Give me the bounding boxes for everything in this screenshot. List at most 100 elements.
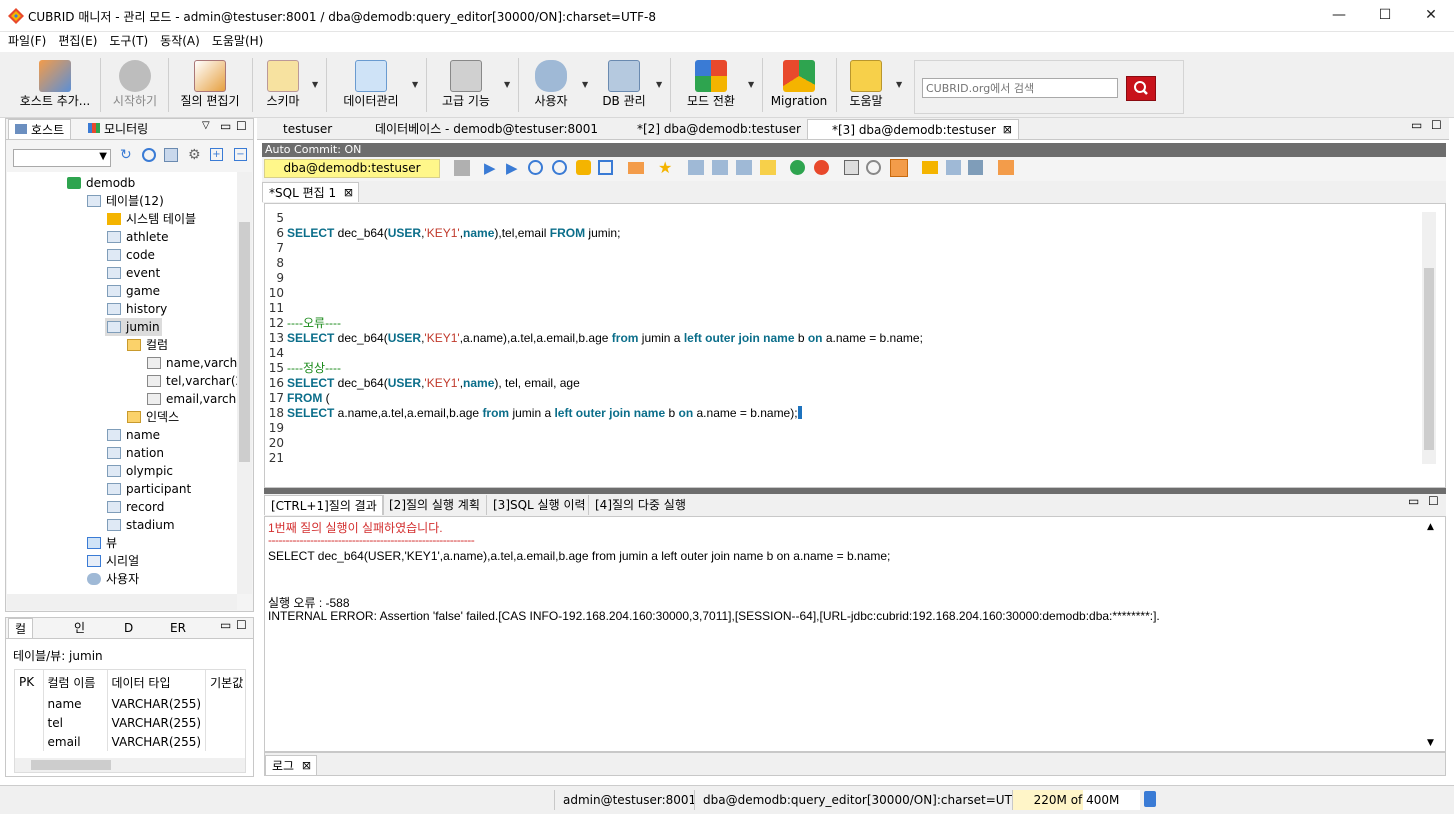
tree-node[interactable]: demodb	[67, 174, 135, 192]
auto-commit-toggle-icon[interactable]	[844, 160, 859, 175]
host-select[interactable]: ▼	[13, 149, 111, 167]
col-header-default[interactable]: 기본값	[205, 670, 245, 694]
menu-help[interactable]: 도움말(H)	[206, 32, 270, 50]
schema-button[interactable]: 스키마	[258, 54, 308, 116]
close-icon[interactable]: ⊠	[302, 756, 311, 776]
connection-selector[interactable]: dba@demodb:testuser	[264, 159, 440, 178]
find-icon[interactable]	[598, 160, 613, 175]
tree-node[interactable]: 시리얼	[87, 552, 139, 570]
save-as-icon[interactable]	[968, 160, 983, 175]
tree-node[interactable]: athlete	[107, 228, 168, 246]
search-button[interactable]	[1126, 76, 1156, 101]
collapse-all-icon[interactable]: −	[234, 148, 247, 161]
data-manage-dropdown-icon[interactable]: ▼	[412, 80, 418, 89]
tree-node[interactable]: email,varchar	[147, 390, 237, 408]
commit-icon[interactable]	[790, 160, 805, 175]
mode-switch-dropdown-icon[interactable]: ▼	[748, 80, 754, 89]
run-multi-icon[interactable]: ▶	[506, 159, 518, 177]
col-header-type[interactable]: 데이터 타입	[107, 670, 207, 694]
help-dropdown-icon[interactable]: ▼	[896, 80, 902, 89]
tree-node[interactable]: history	[107, 300, 167, 318]
tab-sql-history[interactable]: [3]SQL 실행 이력	[486, 495, 592, 515]
user-dropdown-icon[interactable]: ▼	[582, 80, 588, 89]
tree-node[interactable]: game	[107, 282, 160, 300]
menu-file[interactable]: 파일(F)	[0, 32, 52, 50]
tree-node[interactable]: participant	[107, 480, 191, 498]
tab-log[interactable]: 로그 ⊠	[265, 755, 318, 776]
help-button[interactable]: 도움말	[842, 54, 890, 116]
comment-icon[interactable]	[736, 160, 752, 175]
columns-hscrollbar[interactable]	[15, 758, 245, 772]
gear-icon[interactable]: ⚙	[188, 147, 201, 163]
tree-node[interactable]: nation	[107, 444, 164, 462]
tree-vscrollbar[interactable]	[237, 172, 252, 594]
filter-icon[interactable]	[142, 148, 156, 162]
expand-all-icon[interactable]: +	[210, 148, 223, 161]
maximize-panel-icon[interactable]: ☐	[236, 119, 247, 133]
indent-icon[interactable]	[688, 160, 704, 175]
export-icon[interactable]	[628, 162, 644, 174]
tree-node[interactable]: 테이블(12)	[87, 192, 164, 210]
minimize-editor-icon[interactable]: ▭	[1411, 118, 1422, 132]
tab-multi-query[interactable]: [4]질의 다중 실행	[588, 495, 692, 515]
tree-hscrollbar[interactable]	[7, 594, 237, 610]
minimize-panel-icon[interactable]: ▭	[220, 618, 231, 632]
minimize-button[interactable]: —	[1316, 0, 1362, 31]
tree-icon[interactable]	[454, 160, 470, 176]
save-icon[interactable]	[946, 160, 961, 175]
result-vscrollbar[interactable]: ▲ ▼	[1424, 520, 1438, 750]
tab-columns[interactable]: 컬	[8, 618, 34, 638]
tab-ddl[interactable]: D	[118, 618, 139, 638]
maximize-result-icon[interactable]: ☐	[1428, 494, 1439, 508]
tree-node[interactable]: name,varchar	[147, 354, 237, 372]
tree-node[interactable]: 인덱스	[127, 408, 179, 426]
query-editor-button[interactable]: 질의 편집기	[174, 54, 246, 116]
data-manage-button[interactable]: 데이터관리	[334, 54, 408, 116]
tree-node[interactable]: 사용자	[87, 570, 139, 588]
tab-index[interactable]: 인	[68, 618, 91, 638]
menu-tools[interactable]: 도구(T)	[103, 32, 154, 50]
tab-host[interactable]: 호스트	[8, 119, 72, 139]
start-button[interactable]: 시작하기	[106, 54, 164, 116]
maximize-button[interactable]: ☐	[1362, 0, 1408, 31]
eraser-icon[interactable]	[760, 160, 776, 175]
tree-node[interactable]: 뷰	[87, 534, 117, 552]
add-host-button[interactable]: 호스트 추가...	[14, 54, 96, 116]
tree-node[interactable]: 컬럼	[127, 336, 168, 354]
tab-monitoring[interactable]: 모니터링	[82, 119, 154, 139]
maximize-panel-icon[interactable]: ☐	[236, 618, 247, 632]
search-input[interactable]	[922, 78, 1118, 98]
table-row[interactable]: tel VARCHAR(255)	[15, 713, 245, 732]
tree-node-selected[interactable]: jumin	[105, 318, 162, 336]
table-row[interactable]: email VARCHAR(255)	[15, 732, 245, 751]
minimize-panel-icon[interactable]: ▭	[220, 119, 231, 133]
tree-node[interactable]: name	[107, 426, 160, 444]
outdent-icon[interactable]	[712, 160, 728, 175]
close-icon[interactable]: ⊠	[1003, 120, 1012, 140]
tree-node[interactable]: record	[107, 498, 164, 516]
editor-hscrollbar[interactable]	[280, 466, 1420, 480]
open-folder-icon[interactable]	[922, 161, 938, 174]
tab-query-3[interactable]: *[3] dba@demodb:testuser ⊠	[807, 119, 1019, 139]
editor-vscrollbar[interactable]	[1422, 212, 1436, 464]
close-icon[interactable]: ⊠	[344, 183, 353, 203]
copy-icon[interactable]	[164, 148, 178, 162]
col-header-pk[interactable]: PK	[15, 670, 44, 694]
tab-testuser[interactable]: testuser	[259, 119, 338, 139]
migration-button[interactable]: Migration	[770, 54, 828, 116]
tab-query-result[interactable]: [CTRL+1]질의 결과	[264, 495, 384, 515]
table-row[interactable]: name VARCHAR(255)	[15, 694, 245, 713]
tab-er[interactable]: ER	[164, 618, 192, 638]
minimize-result-icon[interactable]: ▭	[1408, 494, 1419, 508]
download-icon[interactable]	[998, 160, 1014, 175]
tab-query-plan[interactable]: [2]질의 실행 계획	[382, 495, 486, 515]
user-button[interactable]: 사용자	[526, 54, 576, 116]
star-icon[interactable]: ★	[658, 158, 672, 177]
tree-node[interactable]: olympic	[107, 462, 173, 480]
schema-dropdown-icon[interactable]: ▼	[312, 80, 318, 89]
advanced-button[interactable]: 고급 기능	[434, 54, 498, 116]
format-icon[interactable]	[576, 160, 591, 175]
history-icon[interactable]	[552, 160, 567, 175]
mode-switch-button[interactable]: 모드 전환	[680, 54, 742, 116]
tab-database[interactable]: 데이터베이스 - demodb@testuser:8001	[351, 119, 604, 139]
